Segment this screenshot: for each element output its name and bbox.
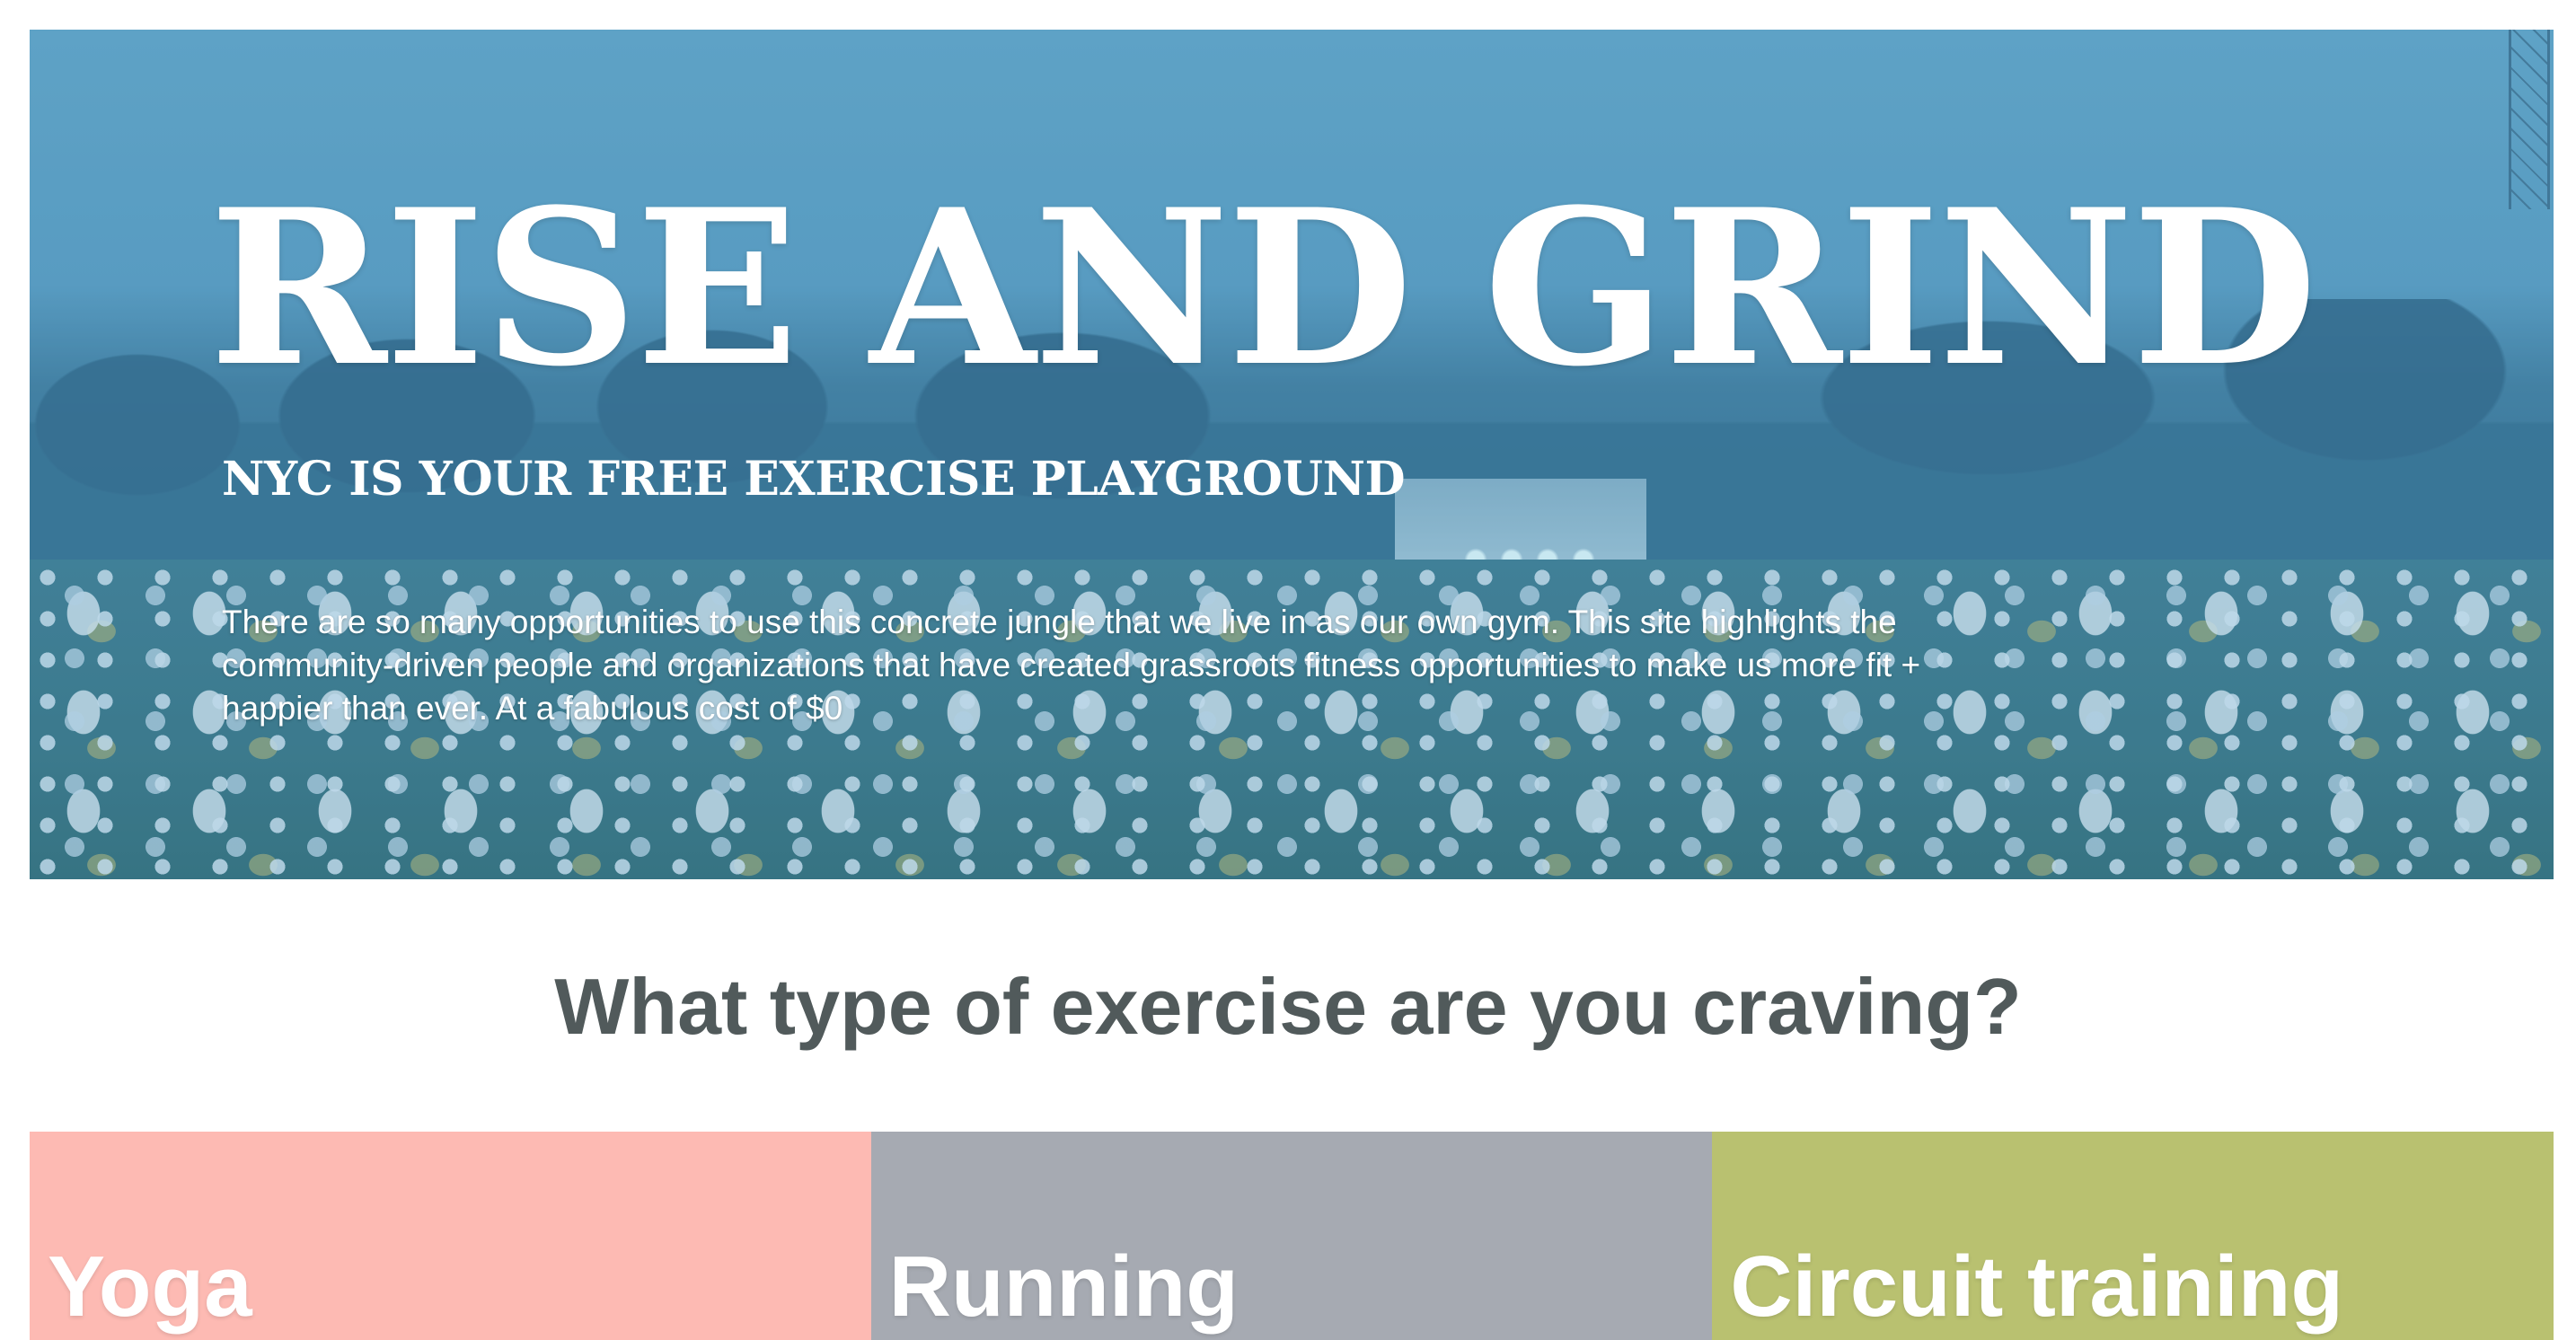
category-card-label: Circuit training xyxy=(1730,1239,2344,1335)
hero-subtitle: NYC IS YOUR FREE EXERCISE PLAYGROUND xyxy=(222,452,1406,507)
hero-title: RISE AND GRIND xyxy=(209,163,2317,414)
exercise-category-cards: Yoga Running Circuit training xyxy=(30,1132,2554,1340)
hero-banner: RISE AND GRIND NYC IS YOUR FREE EXERCISE… xyxy=(30,30,2554,879)
hero-description: There are so many opportunities to use t… xyxy=(222,604,1921,727)
category-card-running[interactable]: Running xyxy=(870,1132,1713,1340)
category-card-label: Running xyxy=(888,1239,1239,1335)
exercise-type-heading: What type of exercise are you craving? xyxy=(554,962,2022,1051)
category-card-yoga[interactable]: Yoga xyxy=(30,1132,871,1340)
category-card-circuit-training[interactable]: Circuit training xyxy=(1712,1132,2554,1340)
category-card-label: Yoga xyxy=(48,1239,252,1335)
